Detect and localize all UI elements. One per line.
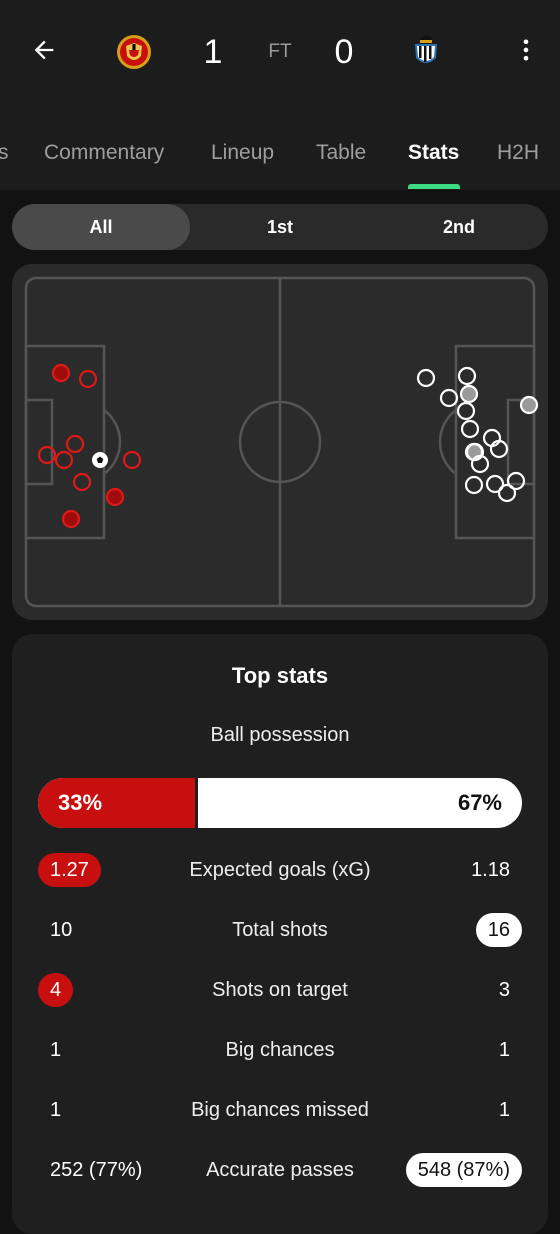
away-shot-marker[interactable]: [459, 384, 479, 404]
top-stats-title: Top stats: [231, 663, 329, 688]
home-shot-marker[interactable]: [61, 509, 81, 529]
home-score: 1: [203, 33, 223, 71]
away-shot-marker[interactable]: [519, 395, 539, 415]
stat-row-xg[interactable]: Expected goals (xG) 1.27 1.18: [12, 850, 548, 890]
stat-home-value: 1: [50, 1039, 62, 1061]
tab-previous[interactable]: s: [0, 140, 9, 166]
home-team-crest[interactable]: [114, 32, 154, 72]
arrow-left-icon: [34, 40, 54, 60]
stat-away-value: 1: [498, 1039, 510, 1061]
home-shot-marker[interactable]: [51, 363, 71, 383]
possession-label: Ball possession: [210, 724, 350, 746]
stat-home-value: 252 (77%): [50, 1159, 143, 1181]
more-options-button[interactable]: [508, 32, 544, 68]
home-shot-marker[interactable]: [65, 434, 85, 454]
shot-map-card[interactable]: [12, 264, 548, 620]
possession-bar: 33% 67%: [38, 778, 522, 828]
tab-commentary[interactable]: Commentary: [44, 140, 164, 166]
football-icon[interactable]: [92, 452, 108, 468]
tab-stats[interactable]: Stats: [408, 140, 459, 166]
stat-home-value: 4: [38, 973, 74, 1007]
possession-home-value: 33%: [58, 790, 103, 815]
possession-away-value: 67%: [457, 790, 502, 815]
stat-row-accurate-passes[interactable]: Accurate passes 252 (77%) 548 (87%): [12, 1150, 548, 1190]
away-score: 0: [334, 33, 354, 71]
active-tab-indicator: [408, 184, 460, 189]
away-shot-marker[interactable]: [456, 401, 476, 421]
stat-away-value: 548 (87%): [405, 1153, 522, 1187]
away-shot-marker[interactable]: [464, 475, 484, 495]
stat-label: Shots on target: [212, 979, 348, 1001]
tab-bar: s Commentary Lineup Table Stats H2H: [0, 128, 560, 190]
home-goal-box: [24, 398, 54, 486]
stat-label: Big chances: [225, 1039, 335, 1061]
period-all-button[interactable]: All: [12, 204, 190, 250]
home-shot-marker[interactable]: [78, 369, 98, 389]
stat-label: Big chances missed: [191, 1099, 369, 1121]
shot-map-pitch: [24, 276, 539, 608]
stat-row-shots-on-target[interactable]: Shots on target 4 3: [12, 970, 548, 1010]
away-shots-group: [416, 366, 539, 503]
stat-home-value: 1.27: [38, 853, 101, 887]
stat-row-big-chances-missed[interactable]: Big chances missed 1 1: [12, 1090, 548, 1130]
tab-h2h[interactable]: H2H: [497, 140, 539, 166]
home-shot-marker[interactable]: [122, 450, 142, 470]
home-shot-marker[interactable]: [54, 450, 74, 470]
away-shot-marker[interactable]: [439, 388, 459, 408]
away-penalty-arc: [438, 409, 457, 475]
stat-home-value: 10: [50, 919, 73, 941]
match-status: FT: [268, 41, 292, 62]
away-shot-marker[interactable]: [460, 419, 480, 439]
stat-away-value: 1.18: [471, 859, 510, 881]
top-stats-card: Top stats Ball possession 33% 67% Expect…: [12, 634, 548, 1234]
stat-away-value: 16: [475, 913, 522, 947]
home-shots-group: [37, 363, 142, 529]
home-shot-marker[interactable]: [105, 487, 125, 507]
stat-row-total-shots[interactable]: Total shots 10 16: [12, 910, 548, 950]
away-shot-marker[interactable]: [497, 483, 517, 503]
period-filter: All 1st 2nd: [12, 204, 548, 250]
stat-away-value: 1: [498, 1099, 510, 1121]
back-button[interactable]: [26, 32, 62, 68]
match-header: 1 FT 0 s Commentary Lineup Table Stats H…: [0, 0, 560, 190]
period-first-half-button[interactable]: 1st: [191, 204, 369, 250]
away-shot-marker[interactable]: [416, 368, 436, 388]
period-second-half-button[interactable]: 2nd: [370, 204, 548, 250]
stat-home-value: 1: [50, 1099, 62, 1121]
tab-table[interactable]: Table: [316, 140, 366, 166]
stat-label: Total shots: [232, 919, 328, 941]
tab-lineup[interactable]: Lineup: [211, 140, 274, 166]
home-shot-marker[interactable]: [72, 472, 92, 492]
more-vertical-icon: [523, 39, 529, 61]
away-team-crest[interactable]: [406, 32, 446, 72]
away-shot-marker[interactable]: [457, 366, 477, 386]
stat-row-big-chances[interactable]: Big chances 1 1: [12, 1030, 548, 1070]
stat-away-value: 3: [498, 979, 510, 1001]
